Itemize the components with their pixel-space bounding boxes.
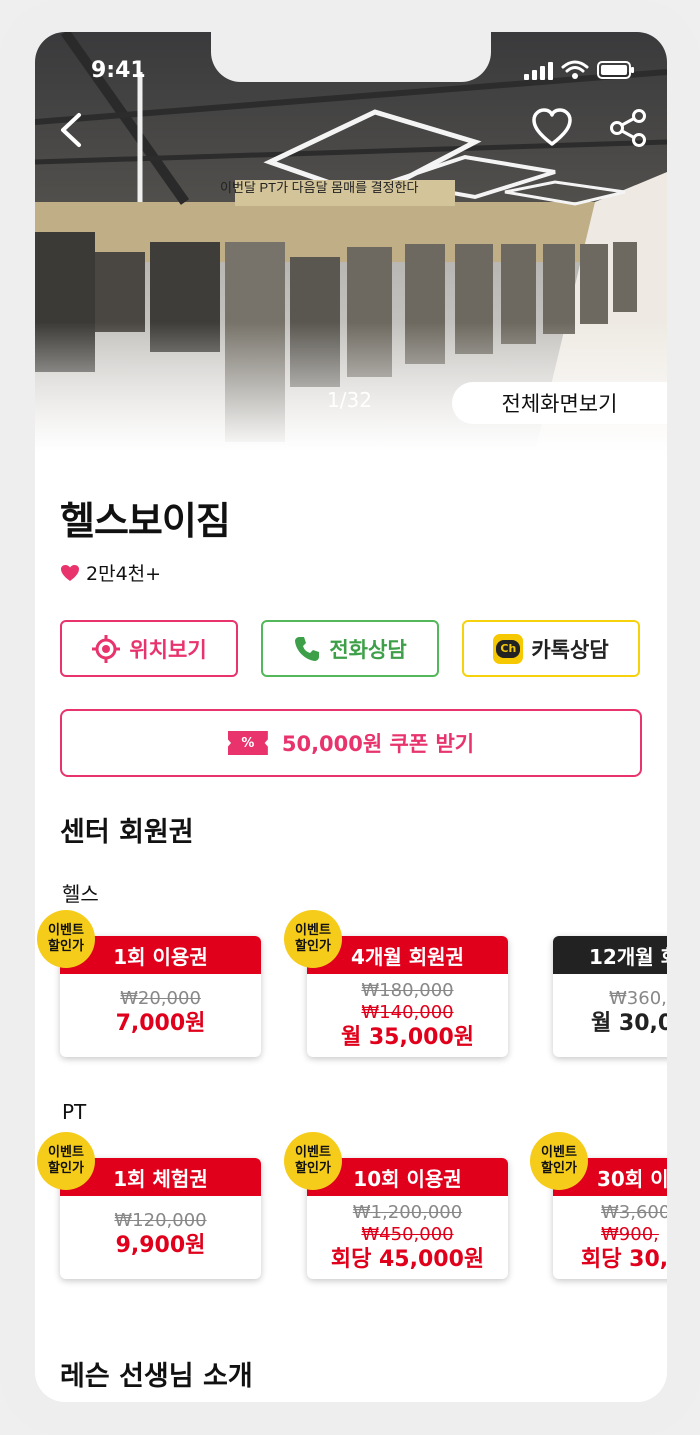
discount-price: ₩900, xyxy=(601,1224,659,1245)
event-discount-badge: 이벤트 할인가 xyxy=(284,910,342,968)
health-category-label: 헬스 xyxy=(62,882,99,906)
discount-price: ₩450,000 xyxy=(361,1224,454,1245)
call-button[interactable]: 전화상담 xyxy=(261,620,439,677)
original-price: ₩3,600 xyxy=(601,1202,667,1223)
share-button[interactable] xyxy=(608,108,648,152)
lesson-section-title: 레슨 선생님 소개 xyxy=(60,1361,253,1392)
original-price: ₩360,0 xyxy=(609,988,667,1009)
pt-card[interactable]: 이벤트 할인가 10회 이용권 ₩1,200,000 ₩450,000 회당 45… xyxy=(284,1132,508,1279)
event-discount-badge: 이벤트 할인가 xyxy=(530,1132,588,1190)
fullscreen-button[interactable]: 전체화면보기 xyxy=(452,382,667,424)
event-discount-badge: 이벤트 할인가 xyxy=(37,1132,95,1190)
coupon-ticket-icon: % xyxy=(227,731,268,755)
signal-icon xyxy=(524,62,553,80)
location-button-label: 위치보기 xyxy=(129,637,207,662)
event-discount-badge: 이벤트 할인가 xyxy=(284,1132,342,1190)
like-count: 2만4천+ xyxy=(60,559,161,586)
original-price: ₩120,000 xyxy=(114,1210,207,1231)
notch xyxy=(211,32,491,82)
status-time: 9:41 xyxy=(91,58,146,83)
final-price: 회당 45,000원 xyxy=(330,1247,485,1272)
gym-name: 헬스보이짐 xyxy=(60,499,231,543)
battery-icon xyxy=(597,61,634,79)
final-price: 회당 30,0 xyxy=(581,1247,667,1272)
membership-section-title: 센터 회원권 xyxy=(60,817,194,848)
phone-icon xyxy=(295,636,320,661)
kakao-button[interactable]: Ch 카톡상담 xyxy=(462,620,640,677)
original-price: ₩180,000 xyxy=(361,980,454,1001)
final-price: 9,900원 xyxy=(115,1233,206,1258)
status-icons xyxy=(524,60,635,80)
heart-icon xyxy=(61,564,79,581)
pt-card[interactable]: 이벤트할인가 30회 이 ₩3,600 ₩900, 회당 30,0 xyxy=(530,1132,667,1279)
back-button[interactable] xyxy=(57,112,85,152)
discount-price: ₩140,000 xyxy=(361,1002,454,1023)
pt-card[interactable]: 이벤트 할인가 1회 체험권 ₩120,000 9,900원 xyxy=(37,1132,261,1279)
final-price: 월 35,000원 xyxy=(340,1025,475,1050)
app-screen: 이번달 PT가 다음달 몸매를 결정한다 9:41 1/32 전체화면보기 헬스… xyxy=(35,32,667,1402)
event-discount-badge: 이벤트 할인가 xyxy=(37,910,95,968)
share-icon xyxy=(610,109,646,147)
coupon-button-label: 50,000원 쿠폰 받기 xyxy=(281,732,475,756)
coupon-button[interactable]: % 50,000원 쿠폰 받기 xyxy=(60,709,642,777)
membership-card[interactable]: 이벤트 할인가 4개월 회원권 ₩180,000 ₩140,000 월 35,00… xyxy=(284,910,508,1057)
favorite-button[interactable] xyxy=(531,108,573,152)
photo-counter: 1/32 xyxy=(327,388,372,412)
kakao-icon-text: Ch xyxy=(496,639,521,658)
heart-outline-icon xyxy=(532,108,572,146)
chevron-left-icon xyxy=(61,113,81,147)
original-price: ₩1,200,000 xyxy=(352,1202,463,1223)
wifi-icon xyxy=(561,60,589,79)
original-price: ₩20,000 xyxy=(120,988,201,1009)
location-target-icon xyxy=(92,634,121,663)
kakao-button-label: 카톡상담 xyxy=(531,637,609,662)
location-button[interactable]: 위치보기 xyxy=(60,620,238,677)
membership-card[interactable]: 12개월 회 ₩360,0 월 30,0 xyxy=(553,936,667,1057)
pt-category-label: PT xyxy=(62,1100,87,1124)
kakao-channel-icon: Ch xyxy=(493,633,524,664)
call-button-label: 전화상담 xyxy=(329,637,407,662)
final-price: 월 30,0 xyxy=(591,1011,667,1036)
like-count-text: 2만4천+ xyxy=(86,563,162,585)
gym-wall-banner: 이번달 PT가 다음달 몸매를 결정한다 xyxy=(220,180,419,195)
final-price: 7,000원 xyxy=(115,1011,206,1036)
phone-frame: 이번달 PT가 다음달 몸매를 결정한다 9:41 1/32 전체화면보기 헬스… xyxy=(0,0,700,1435)
coupon-icon-text: % xyxy=(241,735,255,751)
membership-card[interactable]: 이벤트 할인가 1회 이용권 ₩20,000 7,000원 xyxy=(37,910,261,1057)
card-title: 12개월 회 xyxy=(553,936,667,974)
